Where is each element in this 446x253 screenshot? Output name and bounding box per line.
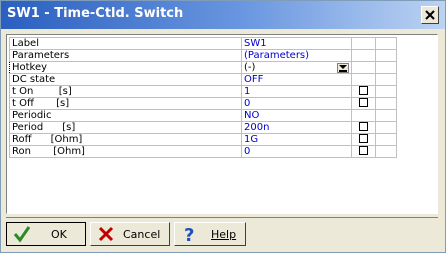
property-table: Label SW1 Parameters (Parameters) Hotkey (-) D…	[9, 37, 397, 158]
grid-filler	[375, 37, 397, 50]
property-row[interactable]: Roff [Ohm] 1G	[9, 133, 397, 146]
checkbox-cell	[351, 61, 376, 74]
x-icon	[98, 226, 114, 242]
property-row[interactable]: Periodic NO	[9, 109, 397, 122]
property-checkbox[interactable]	[359, 134, 368, 144]
property-value[interactable]: 1	[241, 85, 352, 98]
grid-filler	[375, 61, 397, 74]
dialog-window: SW1 - Time-Ctld. Switch Label SW1 Paramete…	[0, 0, 446, 253]
property-row[interactable]: Period [s] 200n	[9, 121, 397, 134]
title-bar[interactable]: SW1 - Time-Ctld. Switch	[1, 1, 445, 29]
property-row[interactable]: Parameters (Parameters)	[9, 49, 397, 62]
property-value[interactable]: NO	[241, 109, 352, 122]
window-title: SW1 - Time-Ctld. Switch	[7, 6, 184, 21]
cancel-label: Cancel	[123, 228, 161, 241]
property-value[interactable]: 0	[241, 97, 352, 110]
property-value[interactable]: OFF	[241, 73, 352, 86]
grid-filler	[375, 121, 397, 134]
checkbox-cell	[351, 121, 376, 134]
property-label: t On [s]	[9, 85, 242, 98]
property-checkbox[interactable]	[359, 146, 368, 156]
property-row[interactable]: Label SW1	[9, 37, 397, 50]
grid-filler	[375, 145, 397, 158]
property-label: Ron [Ohm]	[9, 145, 242, 158]
property-row[interactable]: DC state OFF	[9, 73, 397, 86]
property-checkbox[interactable]	[359, 98, 368, 108]
checkbox-cell	[351, 85, 376, 98]
property-value[interactable]: (Parameters)	[241, 49, 352, 62]
property-row[interactable]: t Off [s] 0	[9, 97, 397, 110]
property-label: Label	[9, 37, 242, 50]
property-value[interactable]: 200n	[241, 121, 352, 134]
grid-filler	[375, 49, 397, 62]
property-label: Roff [Ohm]	[9, 133, 242, 146]
property-value[interactable]: SW1	[241, 37, 352, 50]
grid-filler	[375, 97, 397, 110]
question-icon: ?	[184, 225, 194, 243]
hotkey-dropdown[interactable]: (-)	[241, 61, 352, 74]
cancel-button[interactable]: Cancel	[90, 222, 170, 246]
property-value[interactable]: 1G	[241, 133, 352, 146]
property-checkbox[interactable]	[359, 86, 368, 96]
property-label: t Off [s]	[9, 97, 242, 110]
property-grid: Label SW1 Parameters (Parameters) Hotkey (-) D…	[6, 34, 438, 214]
checkbox-cell	[351, 145, 376, 158]
button-bar: OK Cancel ? Help	[6, 217, 438, 249]
ok-label: OK	[51, 228, 67, 241]
property-row[interactable]: Ron [Ohm] 0	[9, 145, 397, 158]
checkbox-cell	[351, 37, 376, 50]
dropdown-value: (-)	[244, 61, 256, 73]
checkmark-icon	[13, 226, 31, 243]
property-label: Hotkey	[9, 61, 242, 74]
help-button[interactable]: ? Help	[174, 222, 246, 246]
close-icon	[425, 10, 435, 20]
property-checkbox[interactable]	[359, 122, 368, 132]
grid-filler	[375, 133, 397, 146]
property-label: Parameters	[9, 49, 242, 62]
property-label: Periodic	[9, 109, 242, 122]
property-row[interactable]: Hotkey (-)	[9, 61, 397, 74]
checkbox-cell	[351, 133, 376, 146]
property-row[interactable]: t On [s] 1	[9, 85, 397, 98]
grid-filler	[375, 109, 397, 122]
dropdown-arrow-icon[interactable]	[337, 62, 349, 73]
help-label: Help	[211, 228, 237, 241]
property-value[interactable]: 0	[241, 145, 352, 158]
grid-filler	[375, 85, 397, 98]
checkbox-cell	[351, 49, 376, 62]
checkbox-cell	[351, 73, 376, 86]
property-label: DC state	[9, 73, 242, 86]
ok-button[interactable]: OK	[6, 222, 86, 246]
property-label: Period [s]	[9, 121, 242, 134]
close-button[interactable]	[421, 6, 439, 24]
checkbox-cell	[351, 109, 376, 122]
svg-text:?: ?	[184, 225, 194, 243]
checkbox-cell	[351, 97, 376, 110]
grid-filler	[375, 73, 397, 86]
